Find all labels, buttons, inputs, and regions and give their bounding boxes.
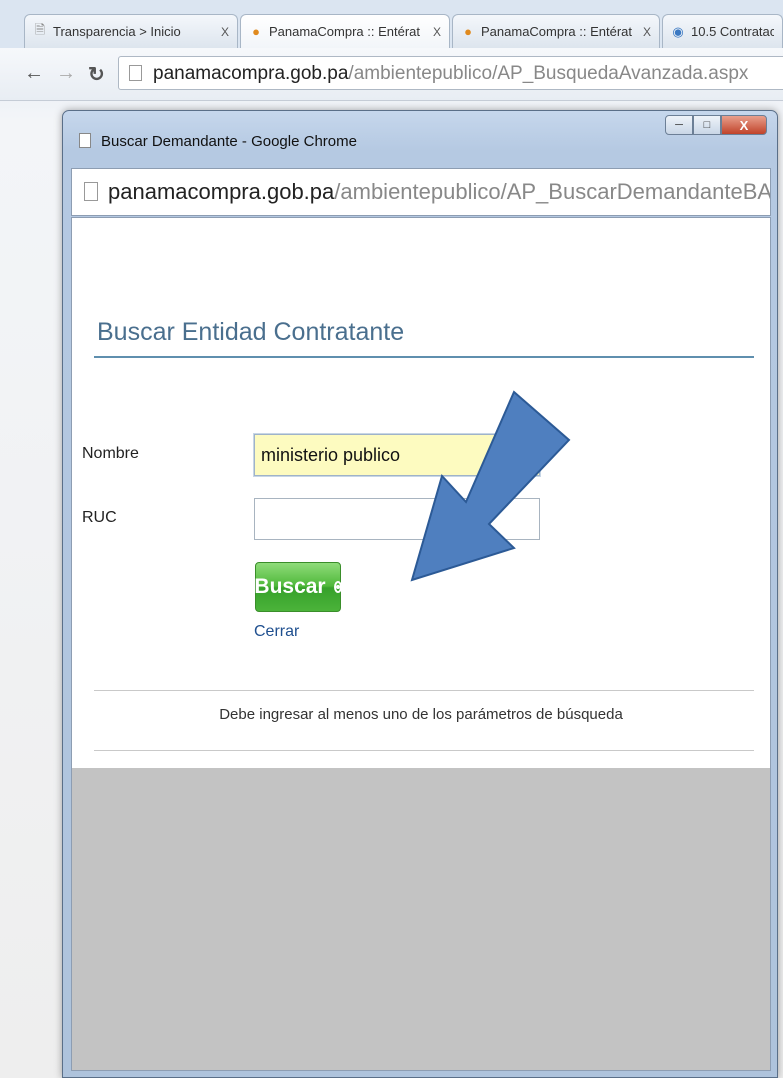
nombre-label: Nombre: [82, 445, 139, 462]
tab-label: PanamaCompra :: Entérat: [269, 24, 421, 39]
url-host: panamacompra.gob.pa: [153, 63, 349, 84]
tab-label: Transparencia > Inicio: [53, 24, 181, 39]
tab-panamacompra[interactable]: ● PanamaCompra :: Entérat X: [452, 14, 660, 48]
hint-divider-top: [94, 690, 754, 691]
ruc-input[interactable]: [254, 498, 540, 540]
url-path: /ambientepublico/AP_BusquedaAvanzada.asp…: [348, 63, 749, 84]
reload-icon[interactable]: ↻: [88, 62, 105, 87]
hint-divider-bottom: [94, 750, 754, 751]
popup-window: Buscar Demandante - Google Chrome ─ □ X …: [62, 110, 778, 1078]
hint-text: Debe ingresar al menos uno de los paráme…: [219, 706, 623, 723]
close-icon[interactable]: X: [643, 25, 651, 39]
popup-title: Buscar Demandante - Google Chrome: [101, 133, 357, 150]
url-path: /ambientepublico/AP_BuscarDemandanteBA.a…: [334, 179, 771, 204]
tab-contratacion[interactable]: ◉ 10.5 Contratac: [662, 14, 783, 48]
maximize-button[interactable]: □: [693, 115, 721, 135]
close-icon: X: [739, 117, 749, 133]
forward-arrow-icon[interactable]: →: [56, 62, 76, 85]
buscar-button[interactable]: Buscar: [254, 562, 342, 612]
page-title: Buscar Entidad Contratante: [97, 318, 405, 346]
popup-page: Buscar Entidad Contratante Nombre RUC Bu…: [71, 217, 771, 1071]
tab-label: PanamaCompra :: Entérat: [481, 24, 633, 39]
popup-address-bar[interactable]: panamacompra.gob.pa/ambientepublico/AP_B…: [71, 168, 771, 216]
title-divider: [94, 356, 754, 358]
minimize-icon: ─: [675, 119, 683, 131]
window-controls: ─ □ X: [665, 115, 767, 135]
panamacompra-icon: ●: [464, 24, 472, 39]
popup-titlebar[interactable]: Buscar Demandante - Google Chrome ─ □ X: [63, 111, 777, 167]
minimize-button[interactable]: ─: [665, 115, 693, 135]
go-icon: [333, 581, 342, 593]
cerrar-link[interactable]: Cerrar: [254, 623, 299, 641]
tab-transparencia[interactable]: 🗎 Transparencia > Inicio X: [24, 14, 238, 48]
page-icon: 🗎: [34, 21, 46, 37]
close-icon[interactable]: X: [221, 25, 229, 39]
address-bar[interactable]: panamacompra.gob.pa/ambientepublico/AP_B…: [118, 56, 783, 90]
close-window-button[interactable]: X: [721, 115, 767, 135]
buscar-label: Buscar: [254, 575, 326, 598]
page-icon: [84, 182, 98, 201]
maximize-icon: □: [703, 119, 711, 131]
close-icon[interactable]: X: [433, 25, 441, 39]
tab-panamacompra-active[interactable]: ● PanamaCompra :: Entérat X: [240, 14, 450, 48]
ruc-label: RUC: [82, 509, 117, 526]
page-icon: [79, 133, 91, 148]
search-form: Buscar Entidad Contratante Nombre RUC Bu…: [72, 218, 770, 768]
panamacompra-icon: ●: [252, 24, 260, 39]
page-icon: [129, 65, 142, 81]
url-host: panamacompra.gob.pa: [108, 179, 335, 204]
tab-label: 10.5 Contratac: [691, 24, 774, 39]
nombre-input[interactable]: [254, 434, 540, 476]
back-arrow-icon[interactable]: ←: [24, 62, 44, 85]
globe-icon: ◉: [672, 23, 684, 39]
